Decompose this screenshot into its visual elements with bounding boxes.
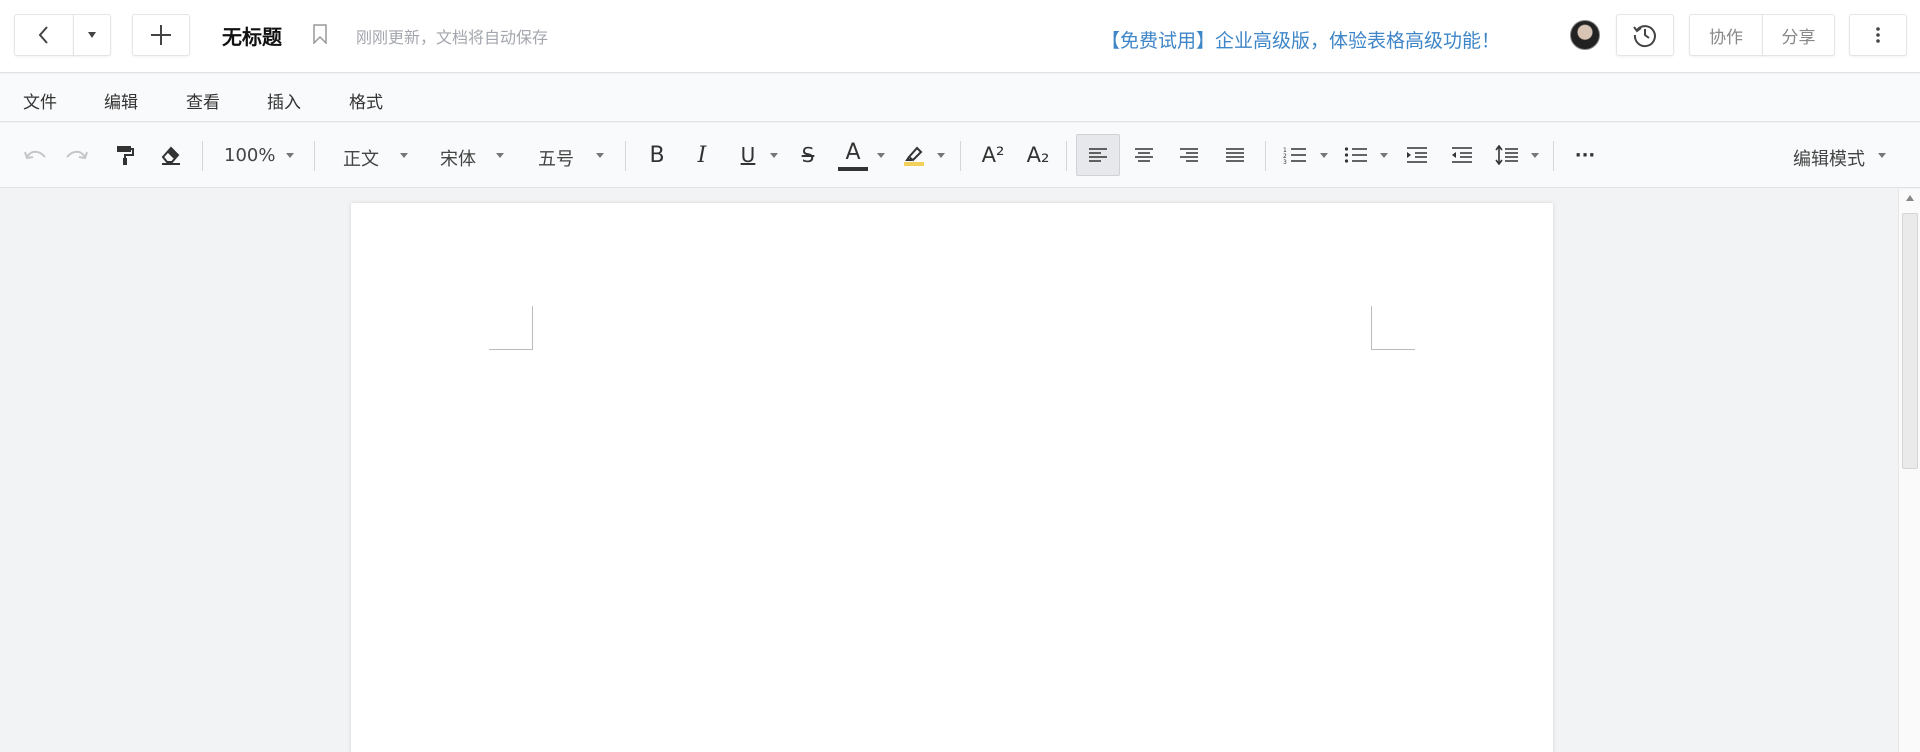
menu-bar: 文件 编辑 查看 插入 格式 — [0, 74, 1920, 122]
more-vertical-icon — [1876, 27, 1880, 43]
svg-text:3: 3 — [1283, 159, 1287, 164]
align-center-button[interactable] — [1128, 137, 1160, 173]
menu-format[interactable]: 格式 — [349, 88, 383, 113]
font-size-select[interactable]: 五号 — [538, 145, 574, 171]
justify-icon — [1226, 148, 1244, 162]
align-left-icon — [1089, 148, 1107, 162]
ordered-list-button[interactable]: 123 — [1280, 137, 1310, 173]
toolbar-divider — [960, 141, 961, 171]
justify-button[interactable] — [1219, 137, 1251, 173]
zoom-select[interactable]: 100% — [224, 145, 275, 166]
more-options-button[interactable] — [1849, 14, 1907, 56]
align-center-icon — [1135, 148, 1153, 162]
redo-button[interactable] — [62, 137, 92, 173]
paragraph-style-select[interactable]: 正文 — [343, 145, 379, 171]
vertical-scrollbar[interactable] — [1898, 189, 1920, 752]
undo-button[interactable] — [20, 137, 50, 173]
toolbar-divider — [1553, 141, 1554, 171]
bullet-list-button[interactable] — [1341, 137, 1371, 173]
font-color-button[interactable]: A — [838, 137, 868, 171]
format-painter-icon — [117, 146, 134, 165]
ordered-list-icon: 123 — [1283, 147, 1306, 164]
eraser-icon — [161, 146, 180, 165]
strikethrough-button[interactable]: S — [793, 137, 823, 173]
collaborate-button[interactable]: 协作 — [1689, 14, 1763, 56]
scroll-up-arrow-icon[interactable] — [1906, 195, 1914, 201]
menu-view[interactable]: 查看 — [186, 88, 220, 113]
toolbar-divider — [1066, 141, 1067, 171]
italic-button[interactable]: I — [687, 137, 717, 173]
font-family-caret[interactable] — [496, 153, 504, 158]
highlight-button[interactable] — [900, 137, 928, 173]
align-right-icon — [1180, 148, 1198, 162]
edit-mode-caret[interactable] — [1878, 153, 1886, 158]
line-spacing-caret[interactable] — [1531, 153, 1539, 158]
align-right-button[interactable] — [1173, 137, 1205, 173]
indent-increase-icon — [1407, 147, 1427, 163]
highlight-caret[interactable] — [937, 153, 945, 158]
avatar[interactable] — [1570, 20, 1600, 50]
toolbar-divider — [1265, 141, 1266, 171]
formatting-toolbar: 100% 正文 宋体 五号 B I U S A A² A₂ 123 ··· 编辑… — [0, 123, 1920, 188]
zoom-caret[interactable] — [286, 153, 294, 158]
line-spacing-button[interactable] — [1492, 137, 1522, 173]
indent-decrease-icon — [1452, 147, 1472, 163]
font-color-caret[interactable] — [877, 153, 885, 158]
bookmark-button[interactable] — [313, 24, 327, 48]
menu-edit[interactable]: 编辑 — [104, 88, 138, 113]
history-icon — [1633, 25, 1656, 48]
indent-increase-button[interactable] — [1402, 137, 1432, 173]
margin-corner-top-left — [489, 306, 533, 350]
toolbar-divider — [314, 141, 315, 171]
back-button[interactable] — [14, 14, 74, 56]
clear-format-button[interactable] — [156, 137, 186, 173]
superscript-button[interactable]: A² — [977, 137, 1009, 173]
toolbar-divider — [202, 141, 203, 171]
share-button[interactable]: 分享 — [1762, 14, 1835, 56]
ordered-list-caret[interactable] — [1320, 153, 1328, 158]
redo-icon — [66, 150, 88, 160]
indent-decrease-button[interactable] — [1447, 137, 1477, 173]
bold-button[interactable]: B — [642, 137, 672, 173]
font-size-caret[interactable] — [596, 153, 604, 158]
document-title[interactable]: 无标题 — [222, 21, 282, 50]
font-family-select[interactable]: 宋体 — [440, 145, 476, 171]
bookmark-icon — [313, 24, 327, 45]
dropdown-icon — [88, 32, 96, 38]
back-icon — [38, 26, 48, 44]
new-document-button[interactable] — [132, 14, 190, 56]
nav-dropdown-button[interactable] — [73, 14, 111, 56]
subscript-button[interactable]: A₂ — [1022, 137, 1054, 173]
undo-icon — [24, 150, 46, 160]
bullet-list-caret[interactable] — [1380, 153, 1388, 158]
plus-icon — [151, 25, 171, 45]
line-spacing-icon — [1495, 145, 1518, 165]
format-painter-button[interactable] — [110, 137, 140, 173]
underline-button[interactable]: U — [733, 137, 763, 173]
promo-link[interactable]: 【免费试用】企业高级版，体验表格高级功能！ — [1101, 26, 1500, 53]
underline-caret[interactable] — [770, 153, 778, 158]
scroll-thumb[interactable] — [1902, 213, 1918, 469]
document-canvas — [0, 189, 1898, 752]
margin-corner-top-right — [1371, 306, 1415, 350]
align-left-button[interactable] — [1076, 134, 1120, 176]
document-page[interactable] — [351, 203, 1553, 752]
highlight-icon — [904, 146, 924, 166]
save-status: 刚刚更新，文档将自动保存 — [356, 28, 549, 47]
history-button[interactable] — [1616, 14, 1674, 56]
title-bar: 无标题 刚刚更新，文档将自动保存 【免费试用】企业高级版，体验表格高级功能！ 协… — [0, 0, 1920, 73]
menu-insert[interactable]: 插入 — [267, 88, 301, 113]
menu-file[interactable]: 文件 — [23, 88, 57, 113]
paragraph-style-caret[interactable] — [400, 153, 408, 158]
edit-mode-select[interactable]: 编辑模式 — [1793, 145, 1865, 171]
toolbar-divider — [625, 141, 626, 171]
more-tools-button[interactable]: ··· — [1570, 137, 1600, 173]
bullet-list-icon — [1344, 147, 1367, 163]
